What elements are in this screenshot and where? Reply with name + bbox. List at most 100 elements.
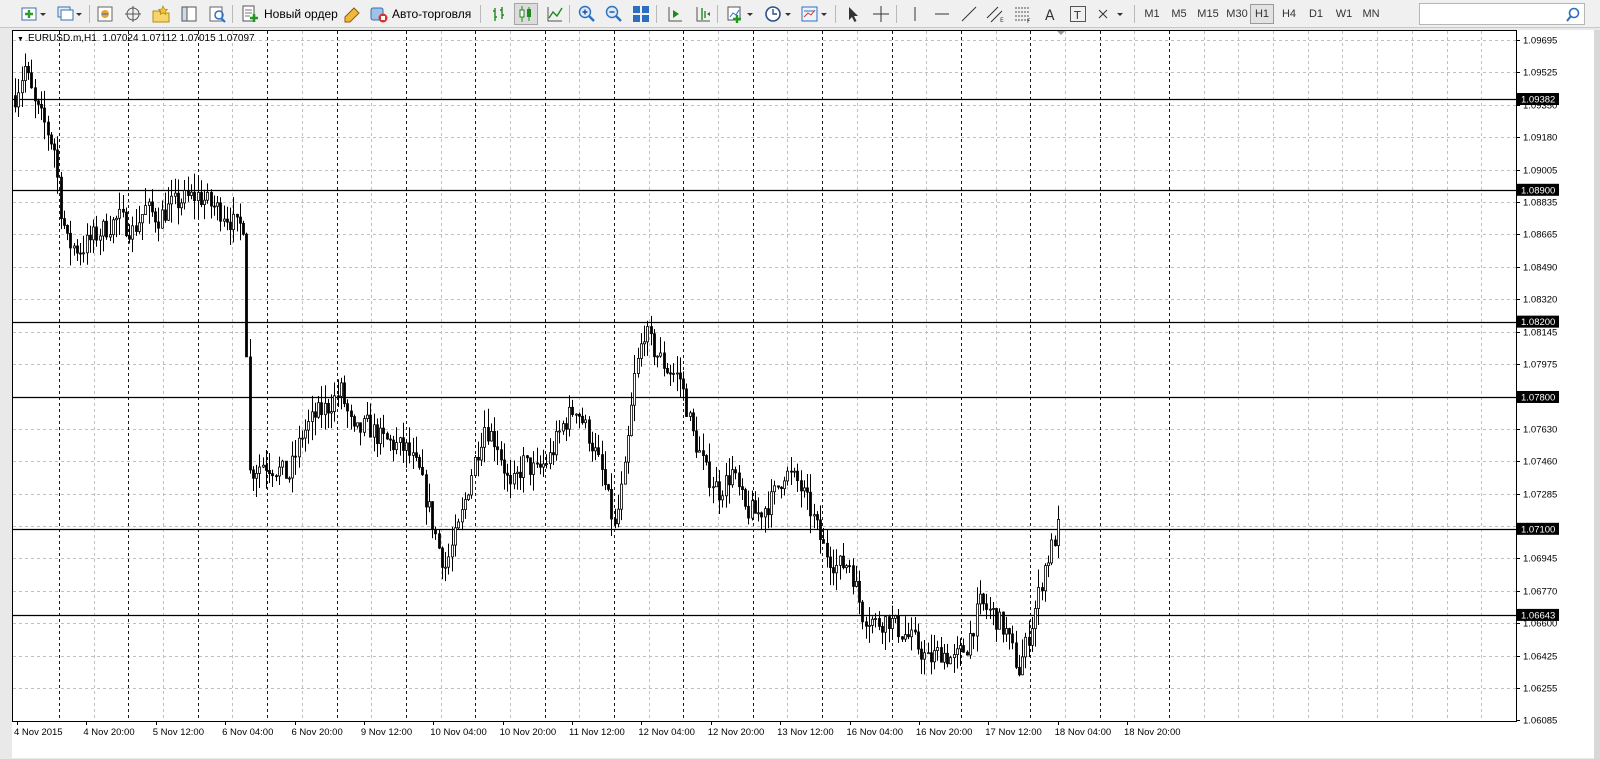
search-input[interactable] (1422, 6, 1566, 24)
candle-body (816, 514, 819, 521)
candle-body (444, 566, 447, 569)
candle-body (118, 208, 121, 219)
timeframe-m30[interactable]: M30 (1223, 4, 1251, 24)
candle-body (474, 456, 477, 477)
terminal-button[interactable] (178, 3, 200, 25)
new-chart-button[interactable] (18, 3, 48, 25)
search-box[interactable] (1419, 3, 1585, 25)
fibonacci-button[interactable]: F (1012, 3, 1034, 25)
new-order-button[interactable]: Новый ордер (240, 3, 340, 25)
auto-trading-button[interactable]: Авто-торговля (368, 3, 474, 25)
candle-body (1034, 608, 1037, 629)
equidistant-channel-button[interactable]: E (985, 3, 1007, 25)
candle-body (597, 447, 600, 456)
text-button[interactable]: A (1040, 3, 1062, 25)
timeframe-m5[interactable]: M5 (1167, 4, 1191, 24)
chart-shift-button[interactable] (692, 3, 714, 25)
candle-body (265, 464, 268, 471)
candle-body (803, 487, 806, 492)
candle-body (252, 469, 255, 479)
templates-button[interactable] (798, 3, 830, 25)
vertical-line-icon (914, 7, 916, 21)
timeframe-m15[interactable]: M15 (1194, 4, 1222, 24)
arrows-button[interactable] (1094, 3, 1126, 25)
candle-body (966, 651, 969, 656)
autoscroll-button[interactable] (664, 3, 686, 25)
cursor-button[interactable] (842, 3, 864, 25)
candle-body (255, 473, 258, 479)
candle-body (542, 463, 545, 468)
candle-body (998, 611, 1001, 630)
candle-body (976, 603, 979, 637)
periods-button[interactable] (762, 3, 794, 25)
candle-body (712, 486, 715, 489)
bar-chart-button[interactable] (488, 3, 510, 25)
candle-body (897, 615, 900, 638)
line-chart-button[interactable] (544, 3, 566, 25)
candle-body (399, 437, 402, 443)
candle-body (190, 191, 193, 196)
timeframe-h1[interactable]: H1 (1250, 4, 1274, 24)
candlestick-chart[interactable]: 1.096951.095251.093501.091801.090051.088… (12, 30, 1594, 758)
candle-body (125, 211, 128, 237)
metaeditor-button[interactable] (341, 3, 363, 25)
star-folder-icon (152, 5, 170, 23)
timeframe-h4[interactable]: H4 (1277, 4, 1301, 24)
candle-body (985, 603, 988, 610)
zoom-in-button[interactable] (576, 3, 598, 25)
timeframe-w1[interactable]: W1 (1332, 4, 1356, 24)
trendline-button[interactable] (958, 3, 980, 25)
zoom-out-button[interactable] (603, 3, 625, 25)
candle-body (506, 472, 509, 476)
collapse-triangle-icon[interactable]: ▼ (17, 36, 24, 43)
candle-body (930, 652, 933, 663)
x-tick-label: 18 Nov 20:00 (1124, 727, 1181, 738)
indicators-button[interactable] (724, 3, 756, 25)
y-tick-label: 1.06425 (1523, 651, 1557, 662)
candle-body (663, 352, 666, 369)
vertical-line-button[interactable] (904, 3, 926, 25)
candle-body (734, 469, 737, 474)
horizontal-line-button[interactable] (931, 3, 953, 25)
navigator-button[interactable] (122, 3, 144, 25)
x-tick-label: 10 Nov 20:00 (500, 727, 557, 738)
strategy-tester-button[interactable] (206, 3, 228, 25)
profiles-button[interactable] (54, 3, 84, 25)
candle-body (738, 472, 741, 488)
candle-body (164, 209, 167, 221)
timeframe-m1[interactable]: M1 (1140, 4, 1164, 24)
candle-body (526, 455, 529, 459)
chart-window[interactable]: 1.09695 1.09525 1.09350 1.09180 1.09005 1.088… (12, 30, 1594, 758)
timeframe-d1[interactable]: D1 (1304, 4, 1328, 24)
candle-body (470, 475, 473, 496)
market-watch-button[interactable] (94, 3, 116, 25)
candle-body (193, 191, 196, 202)
x-tick-label: 13 Nov 12:00 (777, 727, 834, 738)
level-price-label: 1.06643 (1521, 610, 1555, 621)
candle-body (516, 471, 519, 474)
y-tick-label: 1.08835 (1523, 198, 1557, 209)
candle-body (157, 221, 160, 229)
candle-body (359, 422, 362, 433)
tile-windows-button[interactable] (630, 3, 652, 25)
candle-body (852, 565, 855, 587)
text-label-button[interactable]: T (1067, 3, 1089, 25)
y-tick-label: 1.08490 (1523, 263, 1557, 274)
y-tick-label: 1.06770 (1523, 586, 1557, 597)
new-order-label: Новый ордер (264, 6, 338, 21)
search-icon[interactable] (1565, 7, 1581, 23)
candle-body (379, 427, 382, 444)
candle-body (333, 395, 336, 412)
timeframe-mn[interactable]: MN (1359, 4, 1383, 24)
candle-body (708, 461, 711, 488)
favorites-button[interactable] (150, 3, 172, 25)
crosshair-button[interactable] (870, 3, 892, 25)
candle-body (640, 343, 643, 359)
candle-body (122, 208, 125, 213)
chart-shift-icon (696, 7, 710, 22)
candle-body (871, 618, 874, 626)
candlestick-button[interactable] (514, 3, 538, 25)
candle-body (770, 491, 773, 516)
crosshair-icon (873, 6, 889, 22)
candle-body (281, 460, 284, 468)
